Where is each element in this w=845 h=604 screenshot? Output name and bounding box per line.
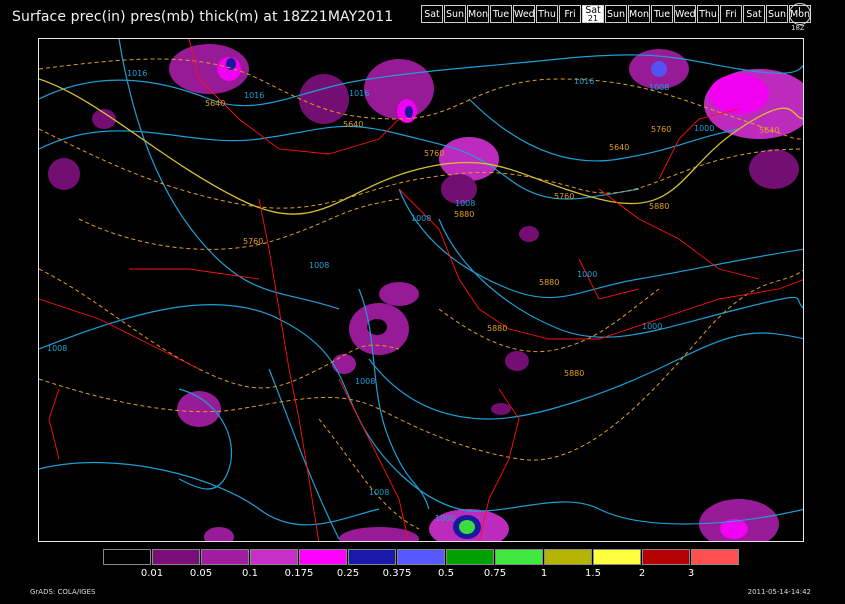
isobar-label: 1016 [574, 77, 594, 86]
legend-tick-label: 1 [540, 568, 548, 579]
legend-tick-label: 0.5 [438, 568, 454, 579]
isobar-label: 1000 [577, 270, 597, 279]
thickness-label: 5760 [243, 237, 263, 246]
legend-swatch [250, 549, 298, 565]
legend-tick-label: 0.75 [483, 568, 507, 579]
day-label: Sat [746, 9, 762, 20]
thickness-label: 5880 [649, 202, 669, 211]
isobar-label: 1000 [694, 124, 714, 133]
day-label: Wed [675, 9, 696, 20]
footer-credit: GrADS: COLA/IGES [30, 588, 96, 596]
legend-swatch [446, 549, 494, 565]
clock-icon [789, 3, 811, 25]
thickness-label: 5760 [554, 192, 574, 201]
day-label: Wed [514, 9, 535, 20]
day-label: Tue [653, 9, 671, 20]
thickness-label: 5880 [539, 278, 559, 287]
isobar-label: 1008 [649, 83, 669, 92]
day-button[interactable]: Mon [628, 5, 650, 23]
day-label: Tue [492, 9, 510, 20]
legend-swatch [495, 549, 543, 565]
legend-swatch [201, 549, 249, 565]
day-button[interactable]: Mon [467, 5, 489, 23]
isobar-label: 1000 [435, 514, 455, 523]
day-button[interactable]: Sat [421, 5, 443, 23]
isobar-label: 1016 [244, 91, 264, 100]
day-button[interactable]: Fri [720, 5, 742, 23]
day-label: Thu [699, 9, 717, 20]
thickness-label: 5880 [454, 210, 474, 219]
legend-tick-label: 0.25 [336, 568, 360, 579]
isobar-label: 1000 [642, 322, 662, 331]
legend-tick-label: 2 [638, 568, 646, 579]
day-button[interactable]: Fri [559, 5, 581, 23]
day-label: Mon [468, 9, 489, 20]
thickness-label: 5640 [205, 99, 225, 108]
map-title: Surface prec(in) pres(mb) thick(m) at 18… [12, 9, 394, 25]
legend-swatch [299, 549, 347, 565]
day-button[interactable]: Sun [605, 5, 627, 23]
day-label: Fri [725, 9, 737, 20]
legend-swatch [152, 549, 200, 565]
day-selector: Sat Sun Mon Tue Wed Thu Fri Sat 21 Sun Mon Tue Wed Th… [421, 5, 812, 23]
day-label: Sun [445, 9, 465, 20]
day-button[interactable]: Thu [536, 5, 558, 23]
day-button[interactable]: Sun [444, 5, 466, 23]
thickness-label: 5880 [564, 369, 584, 378]
thickness-label: 5760 [651, 125, 671, 134]
legend-swatch [348, 549, 396, 565]
footer-timestamp: 2011-05-14-14:42 [747, 588, 811, 596]
day-button[interactable]: Wed [674, 5, 696, 23]
isobar-label: 1008 [369, 488, 389, 497]
isobar-label: 1016 [349, 89, 369, 98]
thickness-label: 5640 [759, 126, 779, 135]
legend-swatch [103, 549, 151, 565]
legend-swatch [691, 549, 739, 565]
day-button[interactable]: Sun [766, 5, 788, 23]
isobar-label: 1016 [127, 69, 147, 78]
day-label: Fri [564, 9, 576, 20]
isobar-label: 1008 [455, 199, 475, 208]
isobar-label: 1008 [355, 377, 375, 386]
legend-tick-label: 0.01 [140, 568, 164, 579]
legend-swatch [397, 549, 445, 565]
day-button[interactable]: Tue [651, 5, 673, 23]
day-label: Sat [424, 9, 440, 20]
legend-tick-label: 3 [687, 568, 695, 579]
day-label: Sun [767, 9, 787, 20]
day-label: Thu [538, 9, 556, 20]
day-button[interactable]: Sat [743, 5, 765, 23]
thickness-label: 5640 [609, 143, 629, 152]
legend-tick-label: 1.5 [585, 568, 601, 579]
legend-swatch [544, 549, 592, 565]
day-date: 21 [587, 14, 599, 23]
map-svg: 1016 1016 1016 1016 1008 1008 1008 1008 1008 1008… [39, 39, 803, 541]
thickness-label: 5880 [487, 324, 507, 333]
day-label: Sun [606, 9, 626, 20]
legend-swatch [642, 549, 690, 565]
legend-tick-label: 0.175 [284, 568, 314, 579]
legend-tick-label: 0.05 [189, 568, 213, 579]
thickness-label: 5760 [424, 149, 444, 158]
precip-legend [103, 549, 740, 565]
isobar-label: 1008 [47, 344, 67, 353]
day-button[interactable]: Wed [513, 5, 535, 23]
day-button[interactable]: Thu [697, 5, 719, 23]
legend-tick-label: 0.375 [382, 568, 412, 579]
clock-label: 18Z [791, 24, 805, 32]
isobar-label: 1008 [411, 214, 431, 223]
legend-ticks: 0.01 0.05 0.1 0.175 0.25 0.375 0.5 0.75 1 1.5 2 3 [103, 568, 743, 582]
legend-swatch [593, 549, 641, 565]
isobar-label: 1008 [309, 261, 329, 270]
day-button[interactable]: Tue [490, 5, 512, 23]
day-label: Mon [629, 9, 650, 20]
legend-tick-label: 0.1 [242, 568, 258, 579]
weather-map: 1016 1016 1016 1016 1008 1008 1008 1008 1008 1008… [38, 38, 804, 542]
day-button[interactable]: Sat 21 [582, 5, 604, 23]
thickness-label: 5640 [343, 120, 363, 129]
